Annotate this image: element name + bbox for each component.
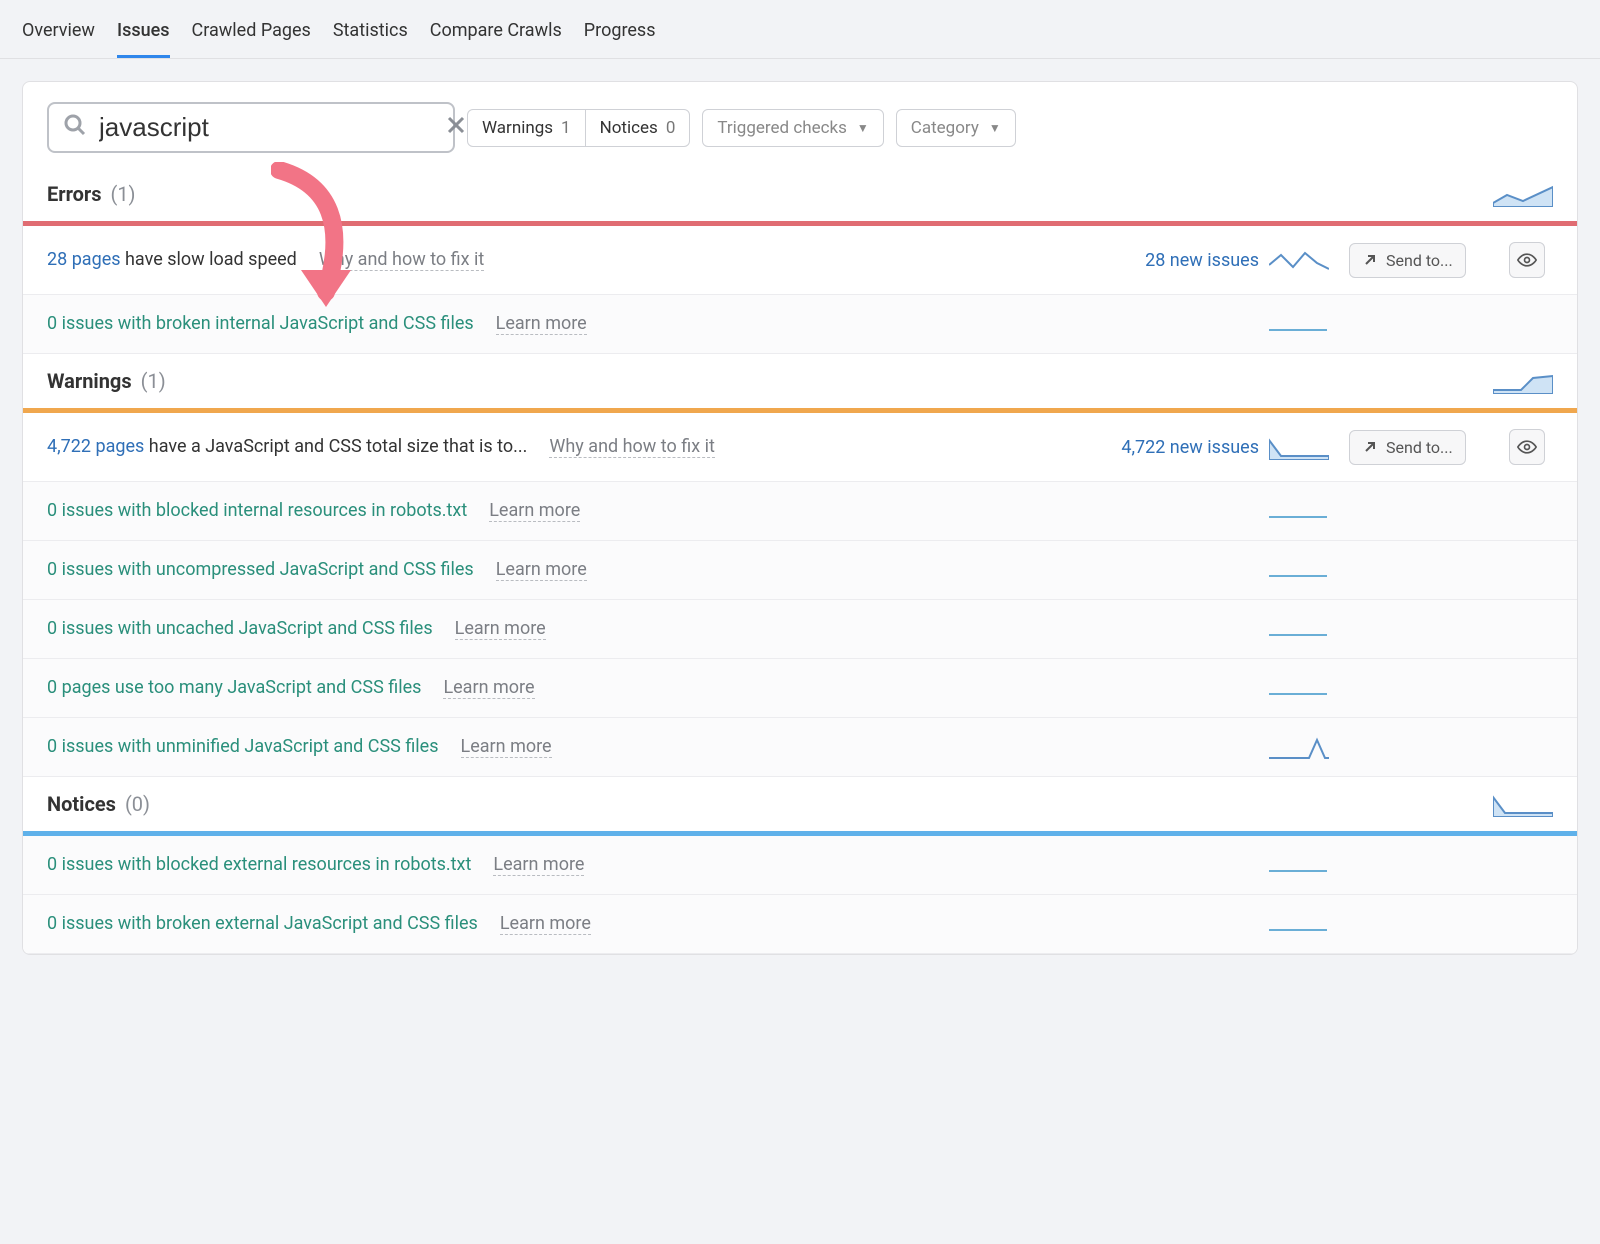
button-label: Send to... xyxy=(1386,251,1453,270)
tab-progress[interactable]: Progress xyxy=(584,12,656,58)
issue-row-zero: 0 issues with broken internal JavaScript… xyxy=(23,295,1577,354)
issues-panel: Warnings 1Notices 0 Triggered checks ▼ C… xyxy=(22,81,1578,955)
learn-more-link[interactable]: Learn more xyxy=(496,559,587,581)
section-header-notices: Notices (0) xyxy=(23,777,1577,831)
issue-description[interactable]: 0 issues with blocked internal resources… xyxy=(47,500,467,521)
issue-description[interactable]: 0 issues with blocked external resources… xyxy=(47,854,471,875)
issue-row-zero: 0 issues with uncached JavaScript and CS… xyxy=(23,600,1577,659)
sparkline xyxy=(1269,870,1327,872)
fix-hint-link[interactable]: Why and how to fix it xyxy=(319,249,484,271)
section-count: (1) xyxy=(110,182,135,206)
issue-description[interactable]: 0 issues with uncached JavaScript and CS… xyxy=(47,618,433,639)
section-count: (0) xyxy=(125,792,150,816)
send-to-button[interactable]: Send to... xyxy=(1349,430,1466,465)
search-box xyxy=(47,102,455,153)
triggered-checks-dropdown[interactable]: Triggered checks ▼ xyxy=(702,109,883,147)
fix-hint-link[interactable]: Why and how to fix it xyxy=(549,436,714,458)
issue-description[interactable]: 0 issues with unminified JavaScript and … xyxy=(47,736,439,757)
new-issues-link[interactable]: 4,722 new issues xyxy=(1089,437,1259,458)
clear-search-icon[interactable] xyxy=(446,115,466,141)
category-dropdown[interactable]: Category ▼ xyxy=(896,109,1016,147)
issue-row-zero: 0 issues with broken external JavaScript… xyxy=(23,895,1577,954)
sparkline xyxy=(1269,693,1327,695)
issue-row: 4,722 pages have a JavaScript and CSS to… xyxy=(23,413,1577,482)
filter-warnings[interactable]: Warnings 1 xyxy=(468,110,585,146)
issue-description[interactable]: 28 pages have slow load speed xyxy=(47,249,297,270)
sparkline xyxy=(1269,634,1327,636)
view-button[interactable] xyxy=(1509,242,1545,278)
chevron-down-icon: ▼ xyxy=(857,121,869,135)
dropdown-label: Triggered checks xyxy=(717,118,847,138)
tab-crawled-pages[interactable]: Crawled Pages xyxy=(192,12,311,58)
chevron-down-icon: ▼ xyxy=(989,121,1001,135)
tab-statistics[interactable]: Statistics xyxy=(333,12,408,58)
issue-row-zero: 0 issues with blocked external resources… xyxy=(23,836,1577,895)
issue-description[interactable]: 0 issues with broken external JavaScript… xyxy=(47,913,478,934)
eye-icon xyxy=(1517,437,1537,457)
sparkline xyxy=(1269,247,1329,273)
button-label: Send to... xyxy=(1386,438,1453,457)
learn-more-link[interactable]: Learn more xyxy=(493,854,584,876)
filter-notices[interactable]: Notices 0 xyxy=(585,110,690,146)
filter-count: 1 xyxy=(561,118,571,138)
tab-overview[interactable]: Overview xyxy=(22,12,95,58)
sparkline xyxy=(1269,929,1327,931)
section-title: Warnings xyxy=(47,369,132,393)
section-count: (1) xyxy=(141,369,166,393)
learn-more-link[interactable]: Learn more xyxy=(496,313,587,335)
eye-icon xyxy=(1517,250,1537,270)
sparkline xyxy=(1269,734,1329,760)
section-title: Errors xyxy=(47,182,101,206)
issue-row-zero: 0 issues with blocked internal resources… xyxy=(23,482,1577,541)
sparkline xyxy=(1269,434,1329,460)
severity-filter: Warnings 1Notices 0 xyxy=(467,109,690,147)
search-icon xyxy=(63,113,87,142)
learn-more-link[interactable]: Learn more xyxy=(489,500,580,522)
learn-more-link[interactable]: Learn more xyxy=(455,618,546,640)
search-input[interactable] xyxy=(99,112,434,143)
learn-more-link[interactable]: Learn more xyxy=(443,677,534,699)
filter-count: 0 xyxy=(666,118,676,138)
section-title: Notices xyxy=(47,792,116,816)
sparkline xyxy=(1269,575,1327,577)
nav-tabs: Overview Issues Crawled Pages Statistics Com… xyxy=(0,0,1600,59)
sparkline xyxy=(1269,516,1327,518)
issue-row-zero: 0 issues with uncompressed JavaScript an… xyxy=(23,541,1577,600)
toolbar: Warnings 1Notices 0 Triggered checks ▼ C… xyxy=(23,82,1577,167)
sparkline xyxy=(1493,791,1553,817)
learn-more-link[interactable]: Learn more xyxy=(500,913,591,935)
issue-description[interactable]: 4,722 pages have a JavaScript and CSS to… xyxy=(47,436,527,457)
tab-compare-crawls[interactable]: Compare Crawls xyxy=(430,12,562,58)
tab-issues[interactable]: Issues xyxy=(117,12,170,58)
sparkline xyxy=(1493,368,1553,394)
issue-description[interactable]: 0 pages use too many JavaScript and CSS … xyxy=(47,677,421,698)
section-header-errors: Errors (1) xyxy=(23,167,1577,221)
sparkline xyxy=(1493,181,1553,207)
issue-description[interactable]: 0 issues with uncompressed JavaScript an… xyxy=(47,559,474,580)
issue-row-zero: 0 issues with unminified JavaScript and … xyxy=(23,718,1577,777)
filter-label: Notices xyxy=(600,118,658,138)
filter-label: Warnings xyxy=(482,118,553,138)
issue-row-zero: 0 pages use too many JavaScript and CSS … xyxy=(23,659,1577,718)
new-issues-link[interactable]: 28 new issues xyxy=(1089,250,1259,271)
issue-row: 28 pages have slow load speed Why and how… xyxy=(23,226,1577,295)
view-button[interactable] xyxy=(1509,429,1545,465)
dropdown-label: Category xyxy=(911,118,979,138)
issue-description[interactable]: 0 issues with broken internal JavaScript… xyxy=(47,313,474,334)
learn-more-link[interactable]: Learn more xyxy=(461,736,552,758)
sparkline xyxy=(1269,329,1327,331)
send-to-button[interactable]: Send to... xyxy=(1349,243,1466,278)
section-header-warnings: Warnings (1) xyxy=(23,354,1577,408)
